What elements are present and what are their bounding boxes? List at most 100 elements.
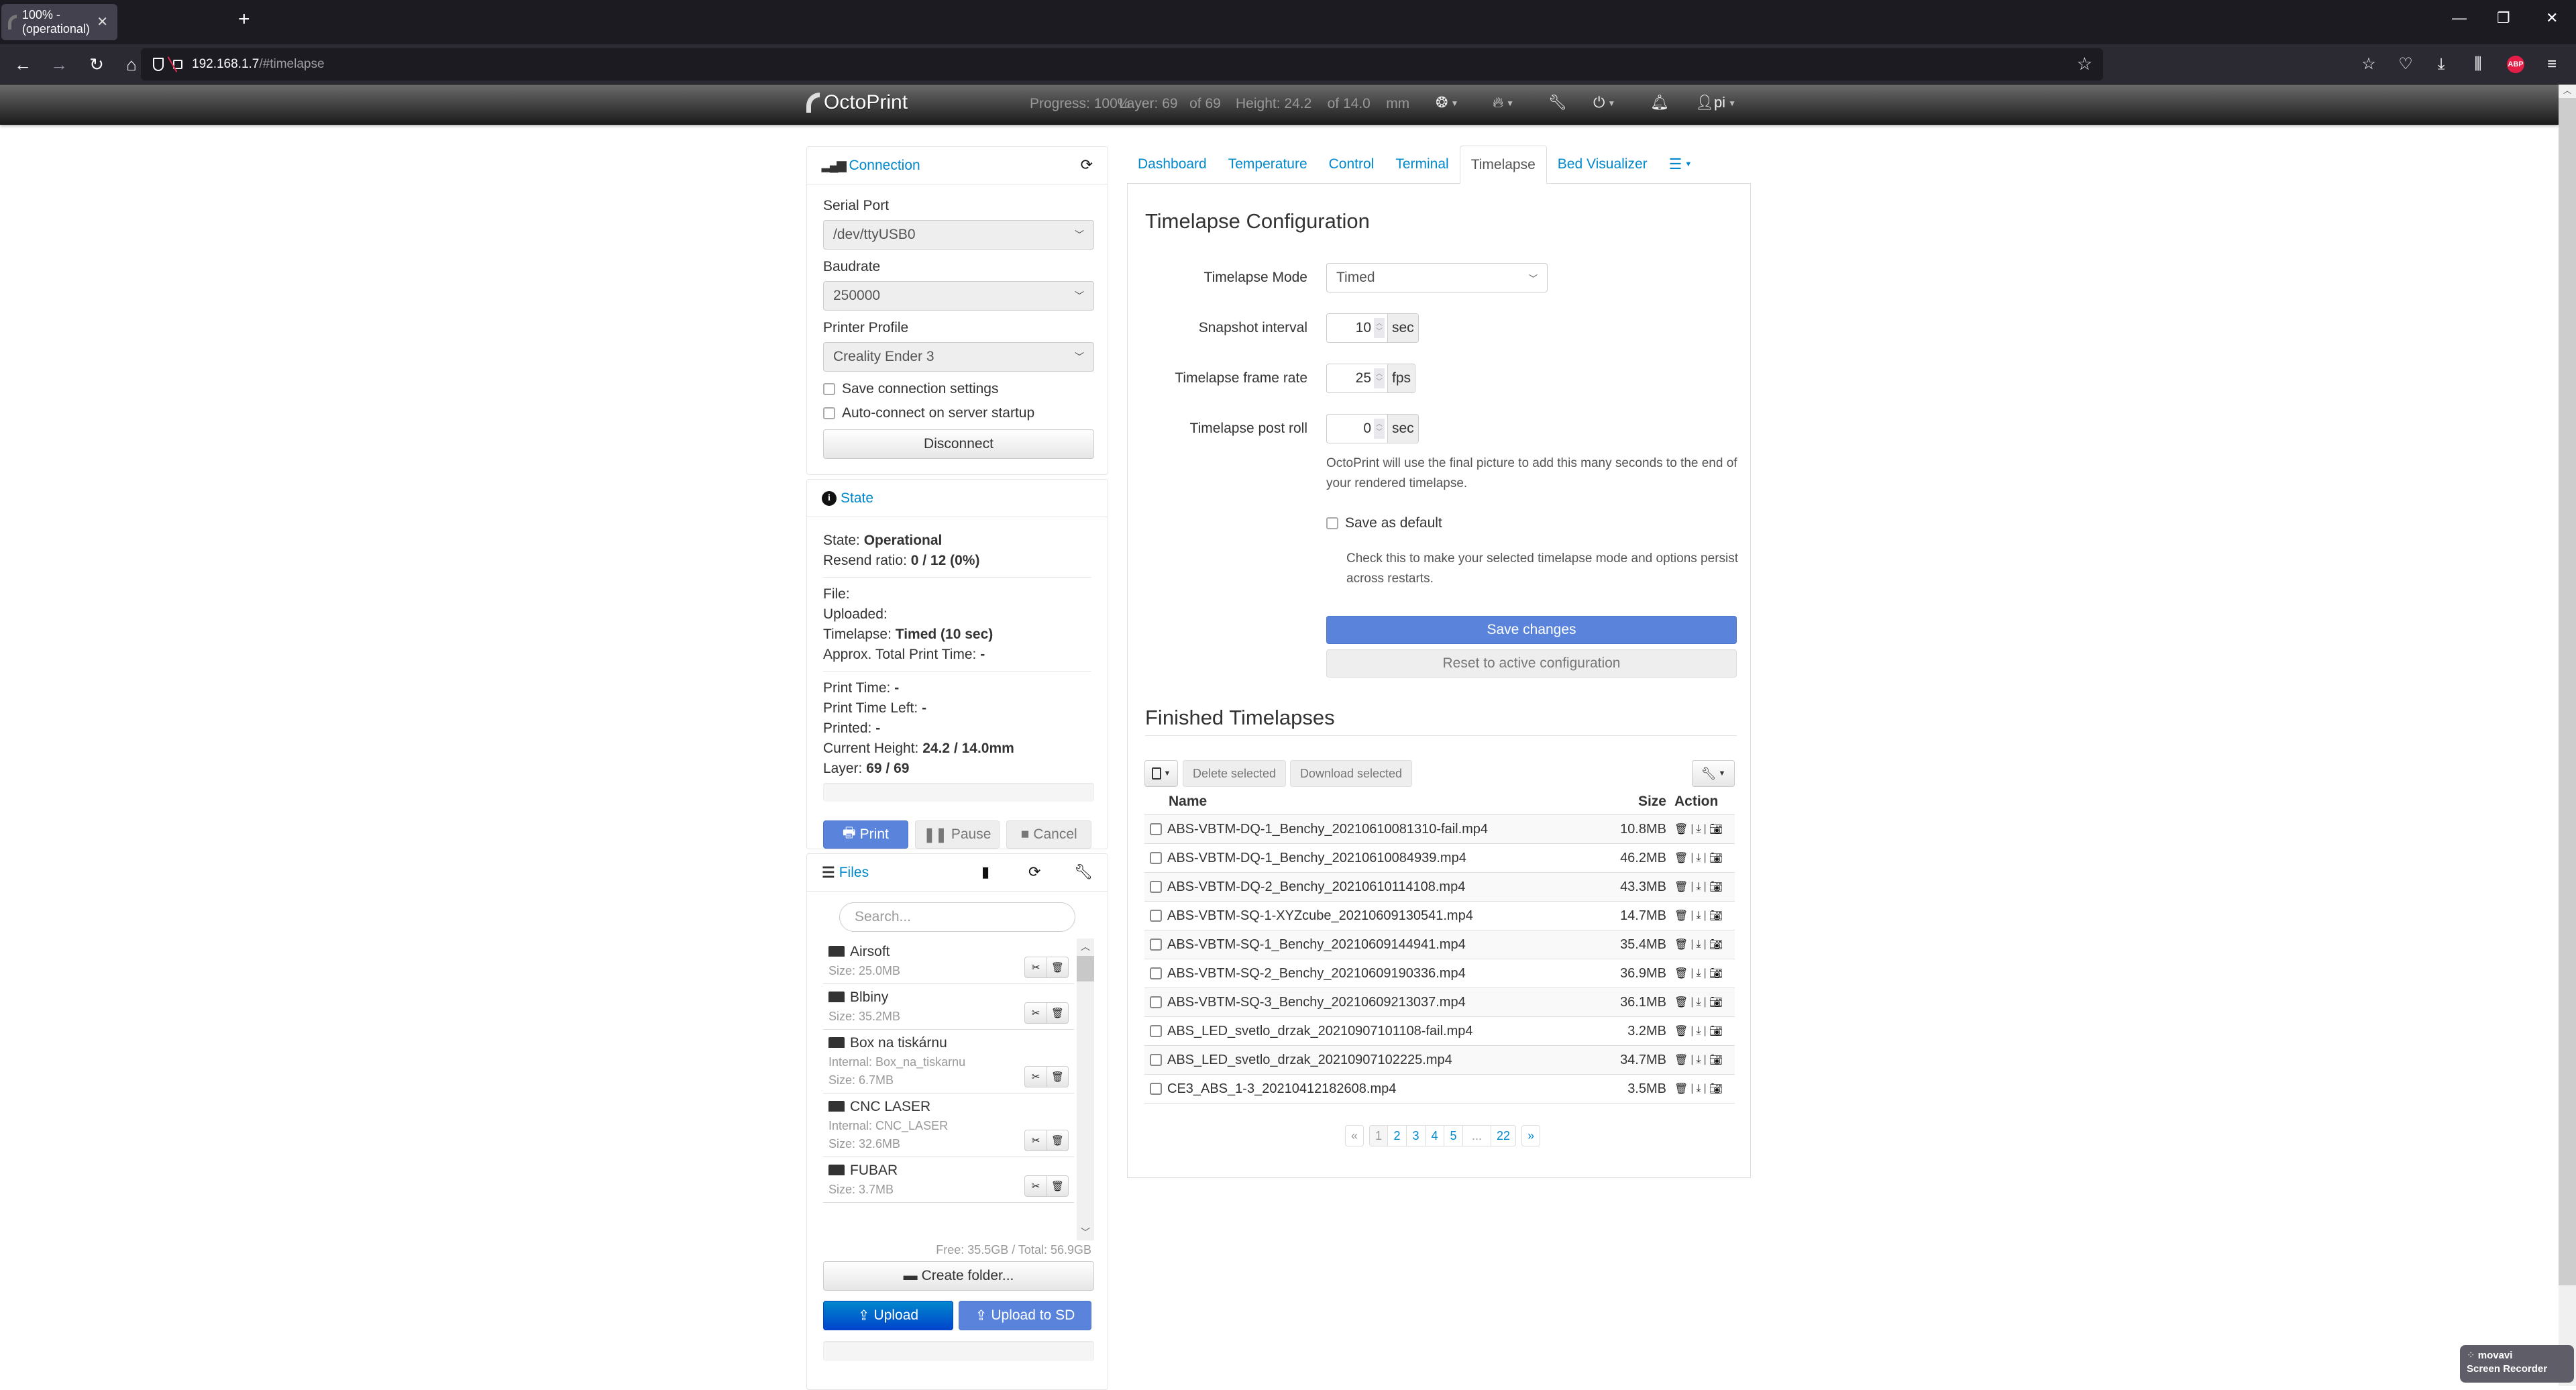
forward-button[interactable]: →: [46, 51, 72, 78]
scroll-up-icon[interactable]: ︿: [2559, 85, 2576, 96]
save-connection-settings-checkbox[interactable]: Save connection settings: [823, 381, 1091, 397]
user-menu[interactable]: 👤︎pi ▼: [1695, 94, 1736, 111]
folder-name[interactable]: Box na tiskárnu: [850, 1035, 947, 1051]
row-checkbox[interactable]: [1150, 910, 1162, 922]
wrench-icon[interactable]: 🔧︎: [1074, 863, 1093, 881]
row-checkbox[interactable]: [1150, 1083, 1162, 1095]
timelapse-name[interactable]: ABS-VBTM-SQ-2_Benchy_20210609190336.mp4: [1167, 966, 1606, 981]
trash-icon[interactable]: 🗑︎: [1046, 957, 1068, 977]
trash-icon[interactable]: 🗑︎: [1674, 1053, 1688, 1067]
timelapse-name[interactable]: ABS-VBTM-DQ-1_Benchy_20210610084939.mp4: [1167, 851, 1606, 866]
pagination-page[interactable]: 1: [1369, 1125, 1389, 1146]
state-title[interactable]: State: [841, 490, 873, 506]
camera-icon[interactable]: 📷︎: [1709, 1024, 1723, 1038]
close-tab-icon[interactable]: ✕: [97, 13, 108, 30]
library-icon[interactable]: ⫼: [2467, 54, 2489, 75]
trash-icon[interactable]: 🗑︎: [1674, 1082, 1688, 1095]
timelapse-name[interactable]: ABS-VBTM-SQ-1-XYZcube_20210609130541.mp4: [1167, 908, 1606, 924]
file-list-scrollbar[interactable]: ︿ ﹀: [1077, 939, 1094, 1240]
select-all-dropdown[interactable]: ▼: [1144, 760, 1178, 787]
plugin-menu-icon[interactable]: ❂ ▼: [1436, 94, 1458, 111]
row-checkbox[interactable]: [1150, 852, 1162, 864]
tab-terminal[interactable]: Terminal: [1385, 146, 1459, 183]
temperature-flame-icon[interactable]: 🔥︎ ▼: [1493, 94, 1514, 111]
cut-scissors-icon[interactable]: ✂: [1025, 1176, 1046, 1196]
baudrate-select[interactable]: 250000 ﹀: [823, 281, 1094, 311]
camera-icon[interactable]: 📷︎: [1709, 1082, 1723, 1095]
file-list-item[interactable]: FUBAR Size: 3.7MB ✂ 🗑︎: [823, 1157, 1074, 1203]
download-icon[interactable]: ⤓: [1696, 967, 1701, 979]
more-tabs-menu[interactable]: ☰ ▼: [1658, 146, 1703, 183]
downloads-icon[interactable]: ⤓: [2430, 54, 2452, 75]
timelapse-settings-dropdown[interactable]: 🔧︎ ▼: [1692, 760, 1735, 787]
camera-icon[interactable]: 📷︎: [1709, 880, 1723, 894]
file-list-item[interactable]: Blbiny Size: 35.2MB ✂ 🗑︎: [823, 984, 1074, 1030]
row-checkbox[interactable]: [1150, 1025, 1162, 1037]
cut-scissors-icon[interactable]: ✂: [1025, 1130, 1046, 1151]
adblock-plus-icon[interactable]: ABP: [2507, 56, 2524, 73]
download-icon[interactable]: ⤓: [1696, 823, 1701, 835]
row-checkbox[interactable]: [1150, 939, 1162, 951]
bookmark-star-icon[interactable]: ☆: [2077, 54, 2092, 74]
timelapse-name[interactable]: ABS-VBTM-DQ-2_Benchy_20210610114108.mp4: [1167, 879, 1606, 895]
download-icon[interactable]: ⤓: [1696, 996, 1701, 1008]
row-checkbox[interactable]: [1150, 967, 1162, 979]
tab-bed-visualizer[interactable]: Bed Visualizer: [1547, 146, 1658, 183]
pagination-page[interactable]: 3: [1407, 1125, 1426, 1146]
browser-tab[interactable]: 100% - (operational) ✕: [1, 4, 117, 40]
trash-icon[interactable]: 🗑︎: [1046, 1003, 1068, 1023]
refresh-icon[interactable]: ⟳: [1028, 863, 1040, 881]
frame-rate-input[interactable]: 25 ︿ ﹀ fps: [1326, 364, 1416, 393]
row-checkbox[interactable]: [1150, 996, 1162, 1008]
trash-icon[interactable]: 🗑︎: [1674, 822, 1688, 836]
camera-icon[interactable]: 📷︎: [1709, 1053, 1723, 1067]
cancel-button[interactable]: ■ Cancel: [1006, 820, 1092, 849]
cut-scissors-icon[interactable]: ✂: [1025, 1067, 1046, 1087]
timelapse-name[interactable]: ABS_LED_svetlo_drzak_20210907102225.mp4: [1167, 1053, 1606, 1068]
cut-scissors-icon[interactable]: ✂: [1025, 957, 1046, 977]
file-list-item-partial[interactable]: [823, 1203, 1074, 1223]
tab-control[interactable]: Control: [1318, 146, 1385, 183]
back-button[interactable]: ←: [9, 51, 36, 78]
trash-icon[interactable]: 🗑︎: [1046, 1130, 1068, 1151]
snapshot-interval-input[interactable]: 10 ︿ ﹀ sec: [1326, 313, 1419, 343]
download-selected-button[interactable]: Download selected: [1290, 760, 1412, 787]
state-header[interactable]: i State: [807, 480, 1108, 517]
trash-icon[interactable]: 🗑︎: [1046, 1067, 1068, 1087]
system-power-icon[interactable]: ⏻ ▼: [1593, 94, 1615, 111]
cut-scissors-icon[interactable]: ✂: [1025, 1003, 1046, 1023]
scrollbar-thumb[interactable]: [1077, 956, 1094, 981]
download-icon[interactable]: ⤓: [1696, 1025, 1701, 1037]
brand[interactable]: OctoPrint: [806, 91, 908, 114]
restore-window-button[interactable]: ❐: [2497, 9, 2510, 27]
trash-icon[interactable]: 🗑︎: [1674, 996, 1688, 1009]
disconnect-button[interactable]: Disconnect: [823, 429, 1094, 459]
file-list-item[interactable]: Airsoft Size: 25.0MB ✂ 🗑︎: [823, 939, 1074, 984]
connection-header[interactable]: ▂▄▆ Connection ⟳: [807, 147, 1108, 184]
print-button[interactable]: 🖶︎ Print: [823, 820, 908, 849]
close-window-button[interactable]: ✕: [2546, 9, 2558, 27]
new-tab-button[interactable]: +: [238, 9, 250, 30]
folder-name[interactable]: FUBAR: [850, 1163, 898, 1179]
upload-to-sd-button[interactable]: ⇪ Upload to SD: [959, 1301, 1091, 1330]
refresh-icon[interactable]: ⟳: [1081, 156, 1093, 174]
download-icon[interactable]: ⤓: [1696, 881, 1701, 893]
camera-icon[interactable]: 📷︎: [1709, 851, 1723, 865]
row-checkbox[interactable]: [1150, 823, 1162, 835]
tab-timelapse[interactable]: Timelapse: [1459, 146, 1547, 184]
page-scrollbar-thumb[interactable]: [2559, 98, 2576, 1285]
trash-icon[interactable]: 🗑︎: [1674, 909, 1688, 922]
reload-button[interactable]: ↻: [83, 51, 110, 78]
pagination-page[interactable]: 4: [1426, 1125, 1445, 1146]
insecure-lock-icon[interactable]: [173, 60, 182, 69]
save-as-default-checkbox[interactable]: Save as default: [1326, 515, 1442, 531]
camera-icon[interactable]: 📷︎: [1709, 909, 1723, 922]
url-bar[interactable]: 192.168.1.7/#timelapse ☆: [141, 48, 2103, 81]
download-icon[interactable]: ⤓: [1696, 939, 1701, 951]
pocket-icon[interactable]: ♡: [2395, 54, 2416, 75]
pagination-page[interactable]: 22: [1491, 1125, 1517, 1146]
pagination-page[interactable]: 5: [1444, 1125, 1464, 1146]
camera-icon[interactable]: 📷︎: [1709, 967, 1723, 980]
download-icon[interactable]: ⤓: [1696, 1054, 1701, 1066]
scroll-up-icon[interactable]: ︿: [1077, 940, 1094, 953]
